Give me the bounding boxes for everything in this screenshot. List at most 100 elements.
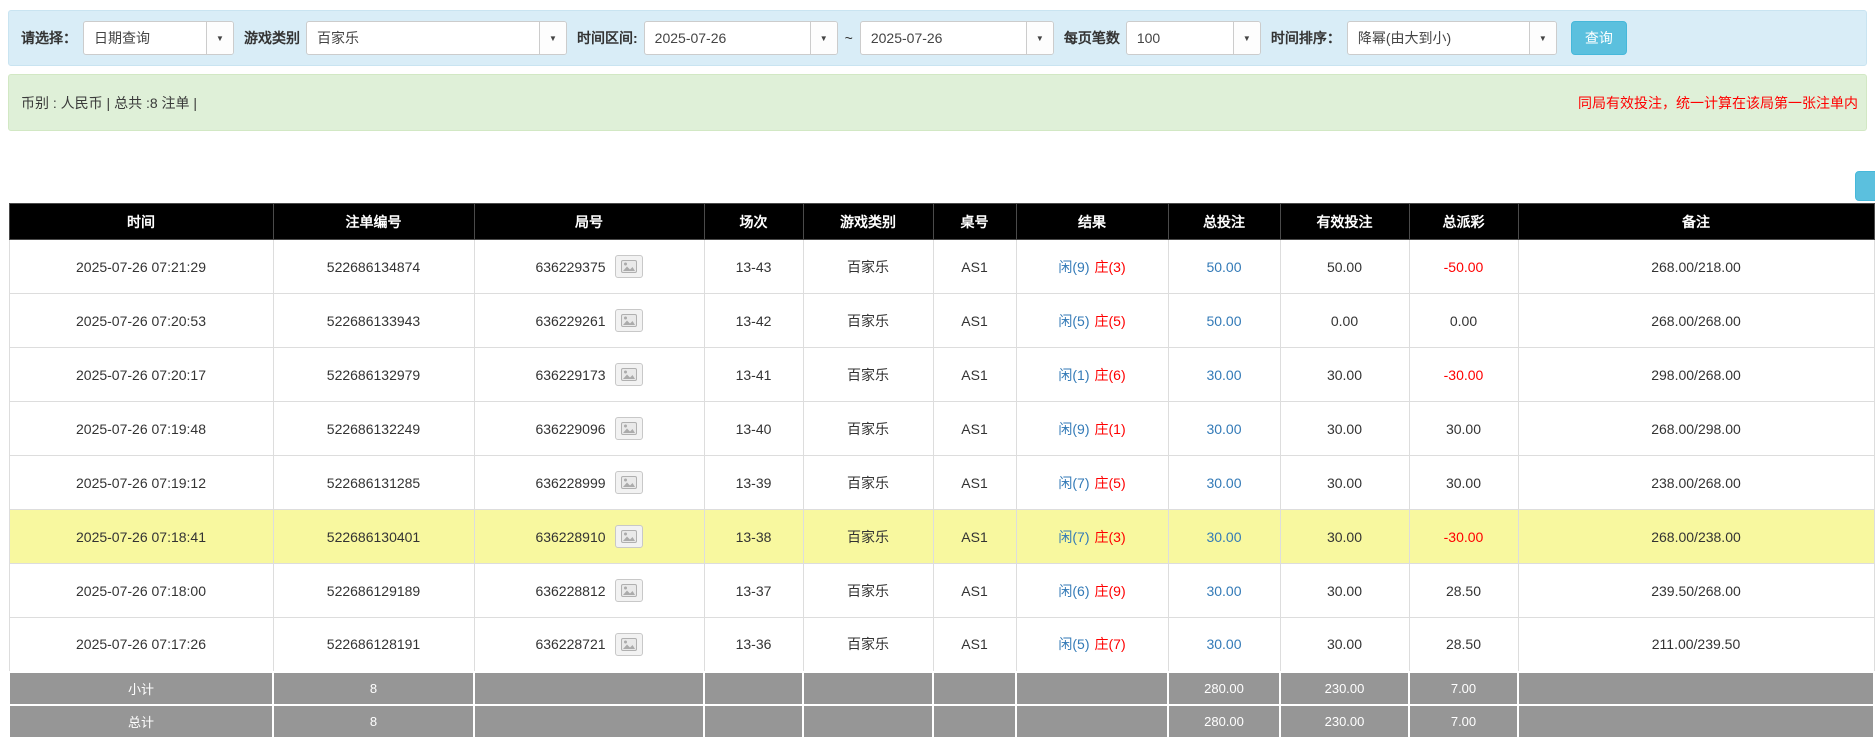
cell-time: 2025-07-26 07:20:17: [9, 348, 273, 402]
table-row[interactable]: 2025-07-26 07:20:17 522686132979 6362291…: [9, 348, 1874, 402]
cell-session: 13-36: [704, 618, 803, 672]
footer-empty-cell: [704, 672, 803, 705]
result-banker: 庄(9): [1095, 583, 1126, 599]
cell-table: AS1: [933, 510, 1016, 564]
cell-table: AS1: [933, 618, 1016, 672]
footer-empty-cell: [1518, 705, 1874, 738]
result-banker: 庄(5): [1095, 313, 1126, 329]
date-from-input[interactable]: 2025-07-26 ▼: [644, 21, 838, 55]
view-cards-button[interactable]: [615, 525, 643, 548]
cell-game: 百家乐: [803, 348, 933, 402]
cell-valid-bet: 0.00: [1280, 294, 1409, 348]
cell-result: 闲(5)庄(5): [1016, 294, 1168, 348]
result-player: 闲(9): [1058, 259, 1089, 275]
view-cards-button[interactable]: [615, 363, 643, 386]
total-bet-link[interactable]: 50.00: [1206, 259, 1241, 275]
game-type-label: 游戏类别: [244, 28, 300, 48]
cell-time: 2025-07-26 07:18:00: [9, 564, 273, 618]
table-row[interactable]: 2025-07-26 07:21:29 522686134874 6362293…: [9, 240, 1874, 294]
total-bet-link[interactable]: 30.00: [1206, 583, 1241, 599]
cell-round: 636229375: [474, 240, 704, 294]
cell-round: 636229261: [474, 294, 704, 348]
cell-payout: 28.50: [1409, 618, 1518, 672]
caret-down-icon[interactable]: ▼: [206, 22, 233, 54]
result-banker: 庄(7): [1095, 636, 1126, 652]
cards-preview-icon: [621, 584, 637, 597]
cell-table: AS1: [933, 348, 1016, 402]
total-bet-link[interactable]: 30.00: [1206, 367, 1241, 383]
cards-preview-icon: [621, 638, 637, 651]
page-size-select[interactable]: 100 ▼: [1126, 21, 1261, 55]
page-size-value: 100: [1127, 22, 1233, 54]
subtotal-row: 小计 8 280.00 230.00 7.00: [9, 672, 1874, 705]
view-cards-button[interactable]: [615, 633, 643, 656]
payout-value: -30.00: [1444, 529, 1484, 545]
cell-bet-id: 522686128191: [273, 618, 474, 672]
caret-down-icon[interactable]: ▼: [810, 22, 837, 54]
caret-down-icon[interactable]: ▼: [1529, 22, 1556, 54]
export-button-partial[interactable]: [1855, 171, 1875, 201]
header-round: 局号: [474, 204, 704, 240]
date-to-input[interactable]: 2025-07-26 ▼: [860, 21, 1054, 55]
total-bet-link[interactable]: 30.00: [1206, 636, 1241, 652]
table-row[interactable]: 2025-07-26 07:20:53 522686133943 6362292…: [9, 294, 1874, 348]
time-sort-select[interactable]: 降幂(由大到小) ▼: [1347, 21, 1557, 55]
cell-payout: 30.00: [1409, 402, 1518, 456]
round-number: 636228910: [535, 529, 605, 545]
cell-time: 2025-07-26 07:18:41: [9, 510, 273, 564]
records-body: 2025-07-26 07:21:29 522686134874 6362293…: [9, 240, 1874, 672]
records-table: 时间 注单编号 局号 场次 游戏类别 桌号 结果 总投注 有效投注 总派彩 备注…: [8, 203, 1875, 739]
cards-preview-icon: [621, 530, 637, 543]
table-row[interactable]: 2025-07-26 07:17:26 522686128191 6362287…: [9, 618, 1874, 672]
cell-session: 13-37: [704, 564, 803, 618]
footer-valid-bet: 230.00: [1280, 672, 1409, 705]
game-type-select[interactable]: 百家乐 ▼: [306, 21, 567, 55]
summary-bar: 币别 : 人民币 | 总共 :8 注单 | 同局有效投注，统一计算在该局第一张注…: [8, 74, 1867, 131]
cell-game: 百家乐: [803, 510, 933, 564]
cell-session: 13-43: [704, 240, 803, 294]
cell-payout: 30.00: [1409, 456, 1518, 510]
cell-game: 百家乐: [803, 294, 933, 348]
round-number: 636228812: [535, 583, 605, 599]
payout-value: -30.00: [1444, 367, 1484, 383]
caret-down-icon[interactable]: ▼: [539, 22, 566, 54]
cards-preview-icon: [621, 314, 637, 327]
cell-session: 13-40: [704, 402, 803, 456]
round-number: 636229096: [535, 421, 605, 437]
view-cards-button[interactable]: [615, 255, 643, 278]
cell-result: 闲(5)庄(7): [1016, 618, 1168, 672]
footer-payout: 7.00: [1409, 672, 1518, 705]
total-bet-link[interactable]: 30.00: [1206, 529, 1241, 545]
cell-payout: 28.50: [1409, 564, 1518, 618]
table-row[interactable]: 2025-07-26 07:18:41 522686130401 6362289…: [9, 510, 1874, 564]
view-cards-button[interactable]: [615, 309, 643, 332]
footer-valid-bet: 230.00: [1280, 705, 1409, 738]
cell-table: AS1: [933, 456, 1016, 510]
query-type-select[interactable]: 日期查询 ▼: [83, 21, 234, 55]
cell-table: AS1: [933, 564, 1016, 618]
view-cards-button[interactable]: [615, 471, 643, 494]
range-separator: ~: [845, 30, 853, 46]
footer-empty-cell: [704, 705, 803, 738]
table-row[interactable]: 2025-07-26 07:18:00 522686129189 6362288…: [9, 564, 1874, 618]
caret-down-icon[interactable]: ▼: [1026, 22, 1053, 54]
total-bet-link[interactable]: 30.00: [1206, 475, 1241, 491]
footer-empty-cell: [474, 705, 704, 738]
footer-total-bet: 280.00: [1168, 705, 1280, 738]
cell-time: 2025-07-26 07:21:29: [9, 240, 273, 294]
cell-bet-id: 522686129189: [273, 564, 474, 618]
total-bet-link[interactable]: 50.00: [1206, 313, 1241, 329]
view-cards-button[interactable]: [615, 579, 643, 602]
query-button[interactable]: 查询: [1571, 21, 1627, 55]
view-cards-button[interactable]: [615, 417, 643, 440]
cell-session: 13-41: [704, 348, 803, 402]
cell-payout: -50.00: [1409, 240, 1518, 294]
cell-valid-bet: 30.00: [1280, 456, 1409, 510]
round-number: 636229261: [535, 313, 605, 329]
table-row[interactable]: 2025-07-26 07:19:12 522686131285 6362289…: [9, 456, 1874, 510]
date-to-value: 2025-07-26: [861, 22, 1026, 54]
total-bet-link[interactable]: 30.00: [1206, 421, 1241, 437]
table-row[interactable]: 2025-07-26 07:19:48 522686132249 6362290…: [9, 402, 1874, 456]
caret-down-icon[interactable]: ▼: [1233, 22, 1260, 54]
cell-table: AS1: [933, 240, 1016, 294]
